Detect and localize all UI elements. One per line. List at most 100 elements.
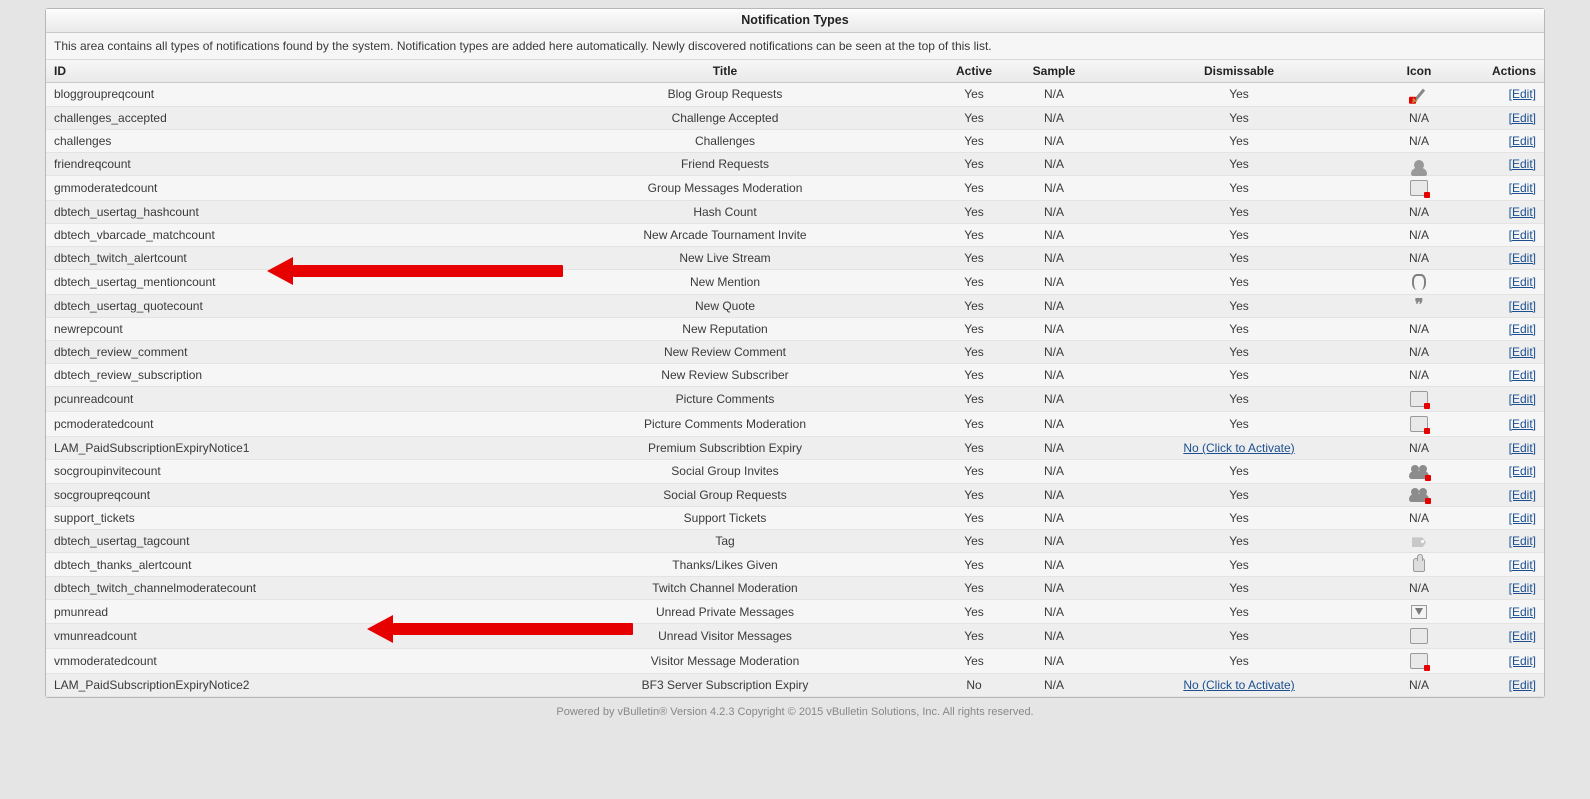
cell-id: dbtech_usertag_hashcount bbox=[46, 200, 516, 223]
edit-link[interactable]: [Edit] bbox=[1509, 228, 1536, 242]
edit-link[interactable]: [Edit] bbox=[1509, 157, 1536, 171]
edit-link[interactable]: [Edit] bbox=[1509, 275, 1536, 289]
cell-icon bbox=[1384, 459, 1454, 483]
edit-link[interactable]: [Edit] bbox=[1509, 111, 1536, 125]
cell-icon: N/A bbox=[1384, 577, 1454, 600]
cell-active: Yes bbox=[934, 363, 1014, 386]
edit-link[interactable]: [Edit] bbox=[1509, 417, 1536, 431]
cell-id: pcmoderatedcount bbox=[46, 411, 516, 436]
edit-link[interactable]: [Edit] bbox=[1509, 488, 1536, 502]
cell-active: Yes bbox=[934, 507, 1014, 530]
dismissable-activate-link[interactable]: No (Click to Activate) bbox=[1183, 441, 1294, 455]
cell-title: New Arcade Tournament Invite bbox=[516, 223, 934, 246]
cell-icon: N/A bbox=[1384, 223, 1454, 246]
cell-sample: N/A bbox=[1014, 530, 1094, 553]
cell-title: Visitor Message Moderation bbox=[516, 649, 934, 674]
edit-link[interactable]: [Edit] bbox=[1509, 87, 1536, 101]
edit-link[interactable]: [Edit] bbox=[1509, 441, 1536, 455]
cell-icon: N/A bbox=[1384, 507, 1454, 530]
edit-link[interactable]: [Edit] bbox=[1509, 678, 1536, 692]
cell-dismissable: Yes bbox=[1094, 411, 1384, 436]
cell-sample: N/A bbox=[1014, 340, 1094, 363]
cell-actions: [Edit] bbox=[1454, 152, 1544, 175]
cell-id: bloggroupreqcount bbox=[46, 83, 516, 107]
cell-dismissable: Yes bbox=[1094, 106, 1384, 129]
cell-active: Yes bbox=[934, 577, 1014, 600]
edit-link[interactable]: [Edit] bbox=[1509, 205, 1536, 219]
cell-icon bbox=[1384, 152, 1454, 175]
cell-id: pmunread bbox=[46, 600, 516, 624]
notification-types-panel: Notification Types This area contains al… bbox=[45, 8, 1545, 698]
cell-active: Yes bbox=[934, 223, 1014, 246]
table-row: gmmoderatedcountGroup Messages Moderatio… bbox=[46, 175, 1544, 200]
cell-id: friendreqcount bbox=[46, 152, 516, 175]
cell-title: New Review Subscriber bbox=[516, 363, 934, 386]
cell-sample: N/A bbox=[1014, 436, 1094, 459]
icon-na: N/A bbox=[1409, 345, 1429, 359]
cell-dismissable: Yes bbox=[1094, 483, 1384, 507]
cell-title: BF3 Server Subscription Expiry bbox=[516, 674, 934, 697]
dismissable-value: Yes bbox=[1229, 368, 1249, 382]
edit-link[interactable]: [Edit] bbox=[1509, 511, 1536, 525]
cell-dismissable: Yes bbox=[1094, 577, 1384, 600]
edit-link[interactable]: [Edit] bbox=[1509, 534, 1536, 548]
box-icon bbox=[1410, 653, 1428, 669]
cell-active: Yes bbox=[934, 530, 1014, 553]
edit-link[interactable]: [Edit] bbox=[1509, 629, 1536, 643]
cell-title: Social Group Invites bbox=[516, 459, 934, 483]
cell-actions: [Edit] bbox=[1454, 340, 1544, 363]
edit-link[interactable]: [Edit] bbox=[1509, 464, 1536, 478]
cell-id: dbtech_usertag_tagcount bbox=[46, 530, 516, 553]
cell-active: Yes bbox=[934, 600, 1014, 624]
edit-link[interactable]: [Edit] bbox=[1509, 581, 1536, 595]
cell-active: Yes bbox=[934, 294, 1014, 317]
col-id: ID bbox=[46, 60, 516, 83]
dismissable-activate-link[interactable]: No (Click to Activate) bbox=[1183, 678, 1294, 692]
cell-title: Support Tickets bbox=[516, 507, 934, 530]
edit-link[interactable]: [Edit] bbox=[1509, 605, 1536, 619]
cell-title: Unread Private Messages bbox=[516, 600, 934, 624]
cell-sample: N/A bbox=[1014, 246, 1094, 269]
cell-title: Twitch Channel Moderation bbox=[516, 577, 934, 600]
cell-title: Challenge Accepted bbox=[516, 106, 934, 129]
icon-na: N/A bbox=[1409, 368, 1429, 382]
edit-link[interactable]: [Edit] bbox=[1509, 345, 1536, 359]
edit-link[interactable]: [Edit] bbox=[1509, 299, 1536, 313]
dismissable-value: Yes bbox=[1229, 511, 1249, 525]
cell-icon bbox=[1384, 386, 1454, 411]
cell-dismissable: Yes bbox=[1094, 530, 1384, 553]
group-icon bbox=[1409, 488, 1429, 502]
table-row: dbtech_vbarcade_matchcountNew Arcade Tou… bbox=[46, 223, 1544, 246]
cell-title: Picture Comments Moderation bbox=[516, 411, 934, 436]
edit-link[interactable]: [Edit] bbox=[1509, 251, 1536, 265]
edit-link[interactable]: [Edit] bbox=[1509, 654, 1536, 668]
table-row: pmunreadUnread Private MessagesYesN/AYes… bbox=[46, 600, 1544, 624]
edit-link[interactable]: [Edit] bbox=[1509, 368, 1536, 382]
table-row: socgroupreqcountSocial Group RequestsYes… bbox=[46, 483, 1544, 507]
cell-dismissable: Yes bbox=[1094, 386, 1384, 411]
edit-link[interactable]: [Edit] bbox=[1509, 558, 1536, 572]
cell-actions: [Edit] bbox=[1454, 411, 1544, 436]
cell-sample: N/A bbox=[1014, 223, 1094, 246]
cell-title: New Review Comment bbox=[516, 340, 934, 363]
cell-title: Picture Comments bbox=[516, 386, 934, 411]
cell-id: dbtech_usertag_quotecount bbox=[46, 294, 516, 317]
table-row: LAM_PaidSubscriptionExpiryNotice1Premium… bbox=[46, 436, 1544, 459]
icon-na: N/A bbox=[1409, 441, 1429, 455]
edit-link[interactable]: [Edit] bbox=[1509, 392, 1536, 406]
cell-title: Group Messages Moderation bbox=[516, 175, 934, 200]
col-title: Title bbox=[516, 60, 934, 83]
dismissable-value: Yes bbox=[1229, 134, 1249, 148]
box-icon bbox=[1410, 416, 1428, 432]
footer-text: Powered by vBulletin® Version 4.2.3 Copy… bbox=[45, 698, 1545, 742]
cell-title: Social Group Requests bbox=[516, 483, 934, 507]
edit-link[interactable]: [Edit] bbox=[1509, 181, 1536, 195]
cell-sample: N/A bbox=[1014, 129, 1094, 152]
table-row: dbtech_usertag_hashcountHash CountYesN/A… bbox=[46, 200, 1544, 223]
cell-active: Yes bbox=[934, 649, 1014, 674]
edit-link[interactable]: [Edit] bbox=[1509, 134, 1536, 148]
edit-link[interactable]: [Edit] bbox=[1509, 322, 1536, 336]
cell-sample: N/A bbox=[1014, 200, 1094, 223]
cell-id: dbtech_vbarcade_matchcount bbox=[46, 223, 516, 246]
cell-dismissable: Yes bbox=[1094, 340, 1384, 363]
